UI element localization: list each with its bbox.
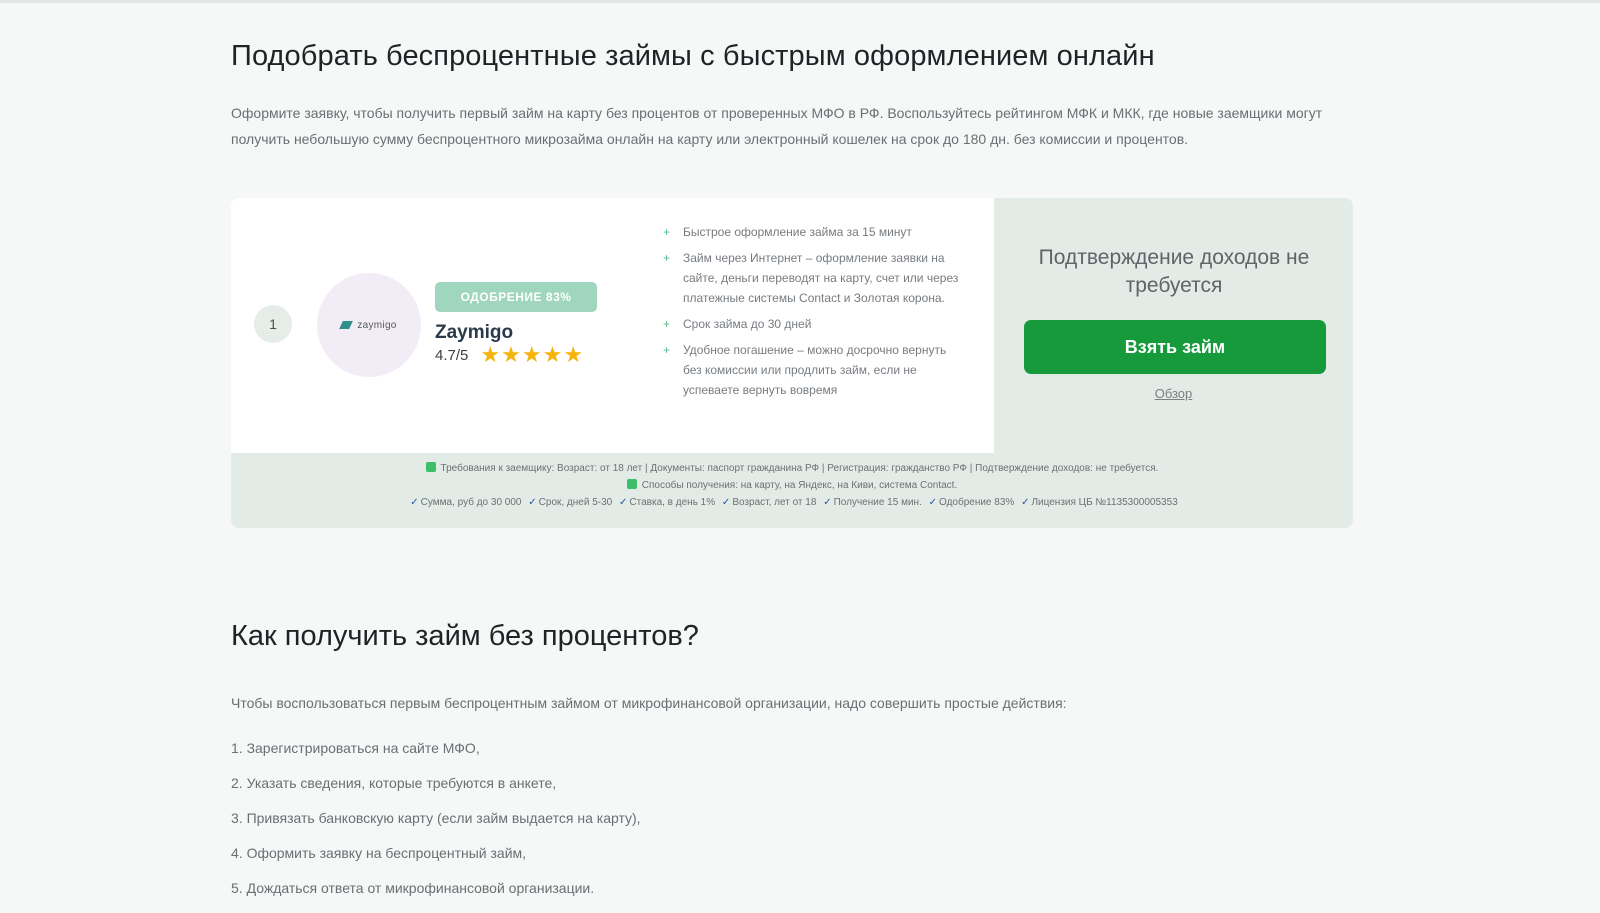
- rating-value: 4.7/5: [435, 346, 469, 364]
- check-icon: ✓: [410, 497, 419, 508]
- star-icon: ★: [480, 342, 501, 367]
- steps-list: 1. Зарегистрироваться на сайте МФО, 2. У…: [231, 738, 641, 913]
- param-item: Сумма, руб до 30 000: [420, 497, 522, 508]
- feature-item: + Удобное погашение – можно досрочно верн…: [663, 340, 963, 400]
- offer-footer: Требования к заемщику: Возраст: от 18 ле…: [231, 460, 1353, 511]
- step-item: 2. Указать сведения, которые требуются в…: [231, 775, 557, 791]
- bullet-icon: +: [663, 317, 671, 331]
- param-item: Одобрение 83%: [939, 497, 1015, 508]
- param-item: Получение 15 мин.: [833, 497, 922, 508]
- star-icon: ★: [542, 342, 563, 367]
- methods-line: Способы получения: на карту, на Яндекс, …: [231, 477, 1353, 494]
- star-icon: ★: [563, 342, 584, 367]
- rank-badge: 1: [254, 305, 292, 343]
- requirements-text: Требования к заемщику: Возраст: от 18 ле…: [440, 463, 1159, 474]
- param-item: Ставка, в день 1%: [629, 497, 716, 508]
- section-lead: Чтобы воспользоваться первым беспроцентн…: [231, 695, 1067, 711]
- step-item: 5. Дождаться ответа от микрофинансовой о…: [231, 880, 595, 896]
- logo-text: zaymigo: [357, 319, 397, 331]
- check-icon: ✓: [928, 497, 938, 508]
- check-icon: ✓: [619, 497, 628, 508]
- check-icon: ✓: [721, 497, 731, 508]
- step-item: 4. Оформить заявку на беспроцентный займ…: [231, 845, 527, 861]
- logo-mark-icon: [339, 321, 354, 329]
- methods-text: Способы получения: на карту, на Яндекс, …: [641, 480, 958, 491]
- checkbox-icon: [425, 462, 436, 472]
- bullet-icon: +: [663, 251, 671, 265]
- offer-card: 1 zaymigo ОДОБРЕНИЕ 83% Zaymigo 4.7/5 ★ …: [231, 198, 1353, 528]
- features-list: + Быстрое оформление займа за 15 минут + З…: [663, 222, 963, 406]
- feature-text: Удобное погашение – можно досрочно верну…: [683, 343, 947, 397]
- checkbox-icon: [626, 479, 637, 489]
- check-icon: ✓: [823, 497, 832, 508]
- feature-item: + Займ через Интернет – оформление заявки…: [663, 248, 963, 308]
- requirements-line: Требования к заемщику: Возраст: от 18 ле…: [231, 460, 1353, 477]
- company-name[interactable]: Zaymigo: [435, 322, 513, 344]
- top-border: [0, 0, 1600, 3]
- star-icon: ★: [501, 342, 521, 367]
- feature-text: Займ через Интернет – оформление заявки …: [683, 251, 959, 305]
- section-title: Как получить займ без процентов?: [231, 620, 699, 652]
- offer-main: 1 zaymigo ОДОБРЕНИЕ 83% Zaymigo 4.7/5 ★ …: [231, 198, 994, 453]
- params-line: ✓ Сумма, руб до 30 000 ✓ Срок, дней 5-30 ✓…: [231, 494, 1353, 511]
- offer-side: Подтверждение доходов не требуется Взять…: [994, 198, 1353, 453]
- approval-badge: ОДОБРЕНИЕ 83%: [435, 282, 597, 312]
- take-loan-button[interactable]: Взять займ: [1024, 320, 1326, 374]
- review-link[interactable]: Обзор: [994, 386, 1353, 401]
- bullet-icon: +: [663, 343, 671, 357]
- check-icon: ✓: [528, 497, 537, 508]
- page-title: Подобрать беспроцентные займы с быстрым …: [231, 40, 1155, 72]
- param-item: Возраст, лет от 18: [732, 497, 817, 508]
- feature-item: + Срок займа до 30 дней: [663, 314, 963, 334]
- rating: 4.7/5 ★ ★ ★ ★ ★: [435, 344, 584, 366]
- step-item: 3. Привязать банковскую карту (если займ…: [231, 810, 641, 826]
- feature-text: Быстрое оформление займа за 15 минут: [683, 225, 912, 239]
- param-item: Срок, дней 5-30: [538, 497, 613, 508]
- bullet-icon: +: [663, 225, 671, 239]
- company-logo[interactable]: zaymigo: [317, 273, 421, 377]
- star-icon: ★: [521, 342, 542, 367]
- step-item: 1. Зарегистрироваться на сайте МФО,: [231, 740, 480, 756]
- income-note: Подтверждение доходов не требуется: [1038, 246, 1310, 297]
- feature-text: Срок займа до 30 дней: [683, 317, 812, 331]
- intro-text: Оформите заявку, чтобы получить первый з…: [231, 105, 1323, 147]
- param-item: Лицензия ЦБ №1135300005353: [1031, 497, 1178, 508]
- feature-item: + Быстрое оформление займа за 15 минут: [663, 222, 963, 242]
- check-icon: ✓: [1021, 497, 1030, 508]
